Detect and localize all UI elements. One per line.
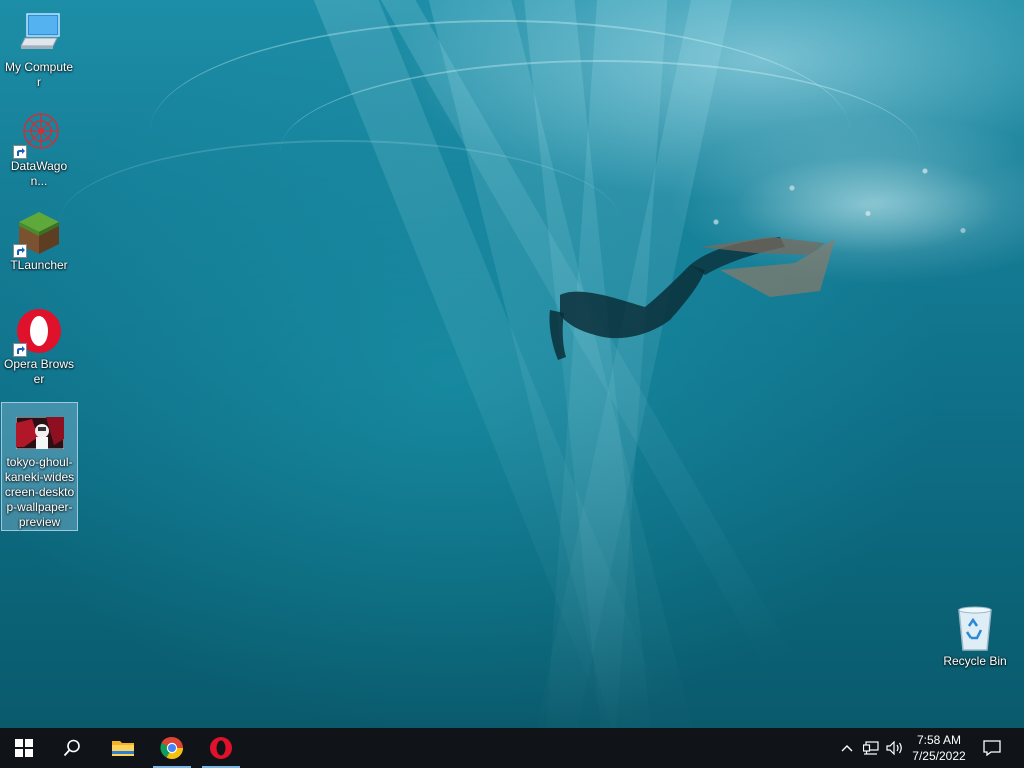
desktop-icon-tlauncher[interactable]: TLauncher	[1, 202, 77, 273]
desktop-icon-tokyo-ghoul-image[interactable]: tokyo-ghoul-kaneki-widescreen-desktop-wa…	[1, 402, 78, 531]
desktop-wallpaper	[0, 0, 1024, 728]
desktop-icon-label: Opera Browser	[3, 357, 75, 386]
windows-logo-icon	[15, 739, 33, 757]
image-file-icon	[15, 416, 64, 453]
speaker-icon	[886, 741, 902, 755]
network-icon	[863, 741, 879, 755]
desktop-icon-recycle-bin[interactable]: Recycle Bin	[937, 598, 1013, 669]
taskbar: 7:58 AM 7/25/2022	[0, 728, 1024, 768]
shortcut-arrow-icon	[13, 244, 27, 258]
desktop-icon-label: My Computer	[4, 60, 74, 89]
shortcut-arrow-icon	[13, 145, 27, 159]
clock-date: 7/25/2022	[912, 749, 966, 763]
search-icon	[63, 739, 80, 757]
network-button[interactable]	[860, 728, 882, 768]
tlauncher-icon	[13, 208, 63, 258]
show-hidden-icons-button[interactable]	[836, 728, 858, 768]
desktop-icon-my-computer[interactable]: My Computer	[1, 4, 77, 90]
volume-button[interactable]	[884, 728, 906, 768]
clock-time: 7:58 AM	[916, 733, 962, 747]
desktop-icon-datawagon[interactable]: DataWagon...	[1, 103, 77, 189]
chrome-icon	[160, 736, 183, 759]
desktop-icon-label: tokyo-ghoul-kaneki-widescreen-desktop-wa…	[4, 455, 75, 529]
recycle-bin-icon	[951, 604, 999, 652]
diver-silhouette	[549, 237, 835, 360]
desktop-icon-label: DataWagon...	[10, 159, 68, 188]
desktop-icon-label: Recycle Bin	[943, 654, 1007, 668]
shortcut-arrow-icon	[13, 343, 27, 357]
desktop-icon-label: TLauncher	[10, 258, 68, 272]
chevron-up-icon	[841, 745, 853, 752]
action-center-button[interactable]	[976, 728, 1008, 768]
start-button[interactable]	[0, 728, 48, 768]
clock-button[interactable]: 7:58 AM 7/25/2022	[908, 728, 970, 768]
opera-icon	[210, 737, 232, 759]
notification-icon	[983, 740, 1001, 756]
search-button[interactable]	[48, 728, 96, 768]
taskbar-file-explorer[interactable]	[100, 728, 146, 768]
computer-icon	[15, 10, 63, 58]
taskbar-opera[interactable]	[200, 728, 242, 768]
taskbar-chrome[interactable]	[151, 728, 193, 768]
desktop-icon-opera-browser[interactable]: Opera Browser	[1, 301, 77, 387]
datawagon-icon	[13, 109, 63, 159]
folder-icon	[112, 741, 134, 756]
opera-icon	[13, 307, 63, 357]
